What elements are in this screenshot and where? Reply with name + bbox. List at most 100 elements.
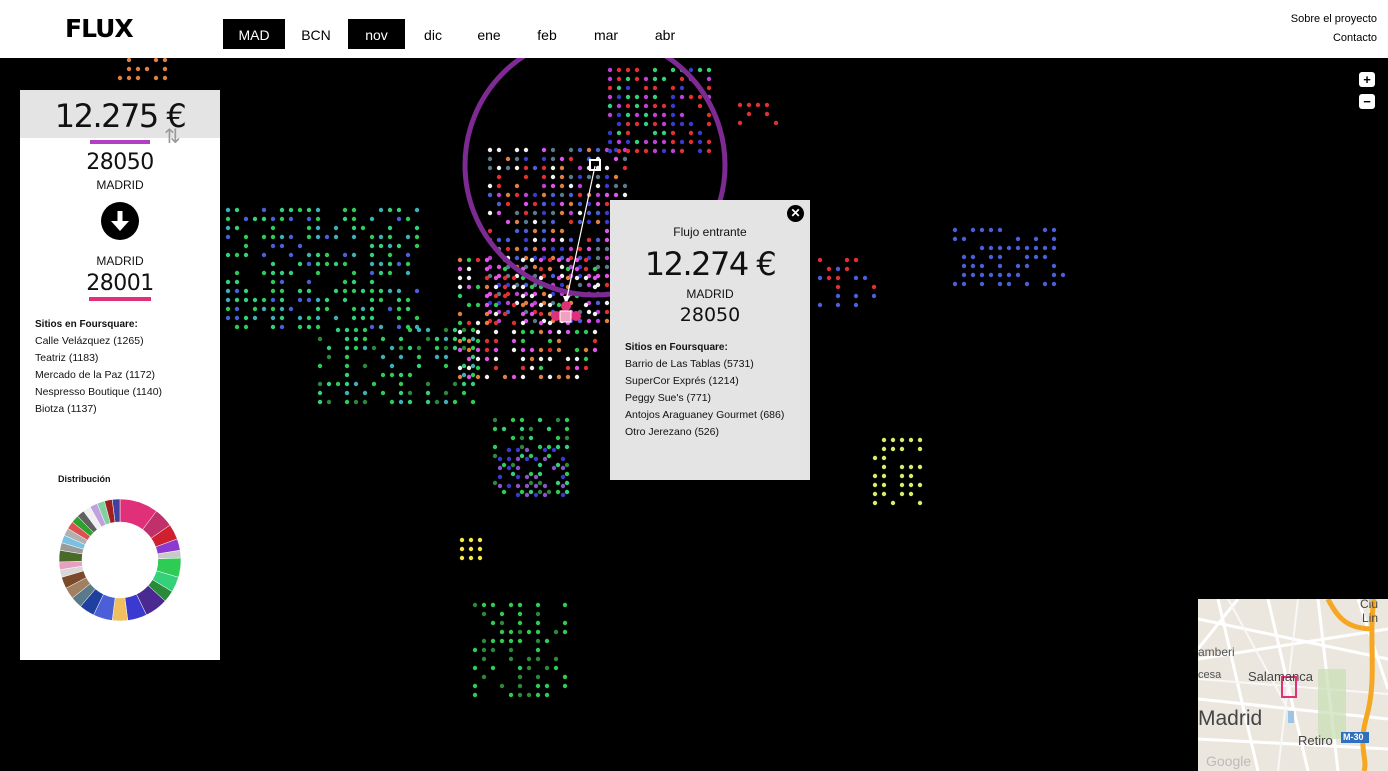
map-dot: [547, 257, 553, 263]
zoom-out-button[interactable]: −: [1359, 94, 1375, 109]
map-dot: [362, 363, 368, 369]
map-dot: [519, 417, 525, 423]
map-dot: [532, 264, 538, 270]
destination-dot[interactable]: [571, 311, 581, 321]
map-dot: [369, 270, 375, 276]
map-dot: [517, 665, 523, 671]
map-dot: [697, 67, 703, 73]
map-dot: [484, 293, 490, 299]
tab-month-mar[interactable]: mar: [583, 19, 629, 49]
map-dot: [523, 165, 529, 171]
close-icon[interactable]: ✕: [787, 205, 804, 222]
map-dot: [506, 483, 512, 489]
tab-month-feb[interactable]: feb: [524, 19, 570, 49]
map-dot: [643, 85, 649, 91]
map-dot: [493, 347, 499, 353]
map-dot: [261, 216, 267, 222]
map-dot: [407, 372, 413, 378]
map-dot: [497, 483, 503, 489]
map-dot: [908, 437, 914, 443]
map-dot: [459, 555, 465, 561]
origin-zip[interactable]: 28050: [20, 150, 220, 175]
map-dot: [607, 76, 613, 82]
map-dot: [496, 192, 502, 198]
map-dot: [604, 228, 610, 234]
map-dot: [595, 318, 601, 324]
map-dot: [661, 130, 667, 136]
map-dot: [398, 345, 404, 351]
destination-dot[interactable]: [561, 301, 571, 311]
map-dot: [457, 347, 463, 353]
map-dot: [506, 465, 512, 471]
map-dot: [997, 272, 1003, 278]
tab-city-bcn[interactable]: BCN: [290, 19, 342, 49]
map-dot: [396, 261, 402, 267]
map-dot: [520, 338, 526, 344]
map-dot: [908, 491, 914, 497]
map-dot: [490, 665, 496, 671]
tab-month-dic[interactable]: dic: [410, 19, 456, 49]
zoom-in-button[interactable]: +: [1359, 72, 1375, 87]
map-dot: [351, 225, 357, 231]
destination-color-bar: [89, 297, 151, 301]
map-dot: [961, 281, 967, 287]
map-dot: [477, 555, 483, 561]
map-dot: [523, 237, 529, 243]
map-dot: [515, 483, 521, 489]
map-dot: [470, 336, 476, 342]
map-dot: [574, 356, 580, 362]
map-dot: [952, 236, 958, 242]
map-dot: [416, 354, 422, 360]
map-dot: [595, 174, 601, 180]
map-dot: [565, 275, 571, 281]
map-dot: [592, 284, 598, 290]
map-dot: [697, 94, 703, 100]
destination-marker[interactable]: [559, 310, 572, 323]
map-dot: [378, 207, 384, 213]
map-dot: [613, 156, 619, 162]
map-dot: [555, 444, 561, 450]
map-dot: [697, 103, 703, 109]
map-dot: [252, 297, 258, 303]
overview-minimap[interactable]: amberi cesa Salamanca Madrid Retiro M-30…: [1198, 599, 1388, 771]
map-dot: [979, 263, 985, 269]
map-dot: [487, 228, 493, 234]
map-dot: [466, 320, 472, 326]
map-dot: [706, 121, 712, 127]
tab-city-mad[interactable]: MAD: [223, 19, 285, 49]
map-dot: [550, 174, 556, 180]
tab-month-nov[interactable]: nov: [348, 19, 405, 49]
map-dot: [315, 207, 321, 213]
tab-month-ene[interactable]: ene: [466, 19, 512, 49]
map-dot: [556, 374, 562, 380]
map-dot: [520, 302, 526, 308]
map-dot: [908, 464, 914, 470]
map-dot: [335, 381, 341, 387]
distribution-donut[interactable]: [56, 496, 184, 624]
contact-link[interactable]: Contacto: [1333, 32, 1377, 44]
map-dot: [616, 85, 622, 91]
map-dot: [362, 390, 368, 396]
popup-zip: 28050: [679, 304, 741, 326]
map-dot: [225, 315, 231, 321]
arrow-down-icon[interactable]: [101, 202, 139, 240]
map-dot: [514, 192, 520, 198]
map-dot: [1042, 254, 1048, 260]
map-dot: [625, 85, 631, 91]
map-dot: [261, 270, 267, 276]
map-dot: [661, 103, 667, 109]
map-dot: [542, 456, 548, 462]
swap-direction-icon[interactable]: ⇅: [164, 124, 181, 149]
map-dot: [679, 85, 685, 91]
destination-zip[interactable]: 28001: [20, 271, 220, 296]
logo[interactable]: FLUX: [65, 14, 134, 43]
map-dot: [559, 282, 565, 288]
map-dot: [592, 329, 598, 335]
map-dot: [475, 347, 481, 353]
tab-month-abr[interactable]: abr: [642, 19, 688, 49]
map-dot: [457, 311, 463, 317]
map-dot: [461, 345, 467, 351]
map-dot: [1060, 272, 1066, 278]
about-link[interactable]: Sobre el proyecto: [1291, 13, 1377, 25]
map-dot: [378, 324, 384, 330]
